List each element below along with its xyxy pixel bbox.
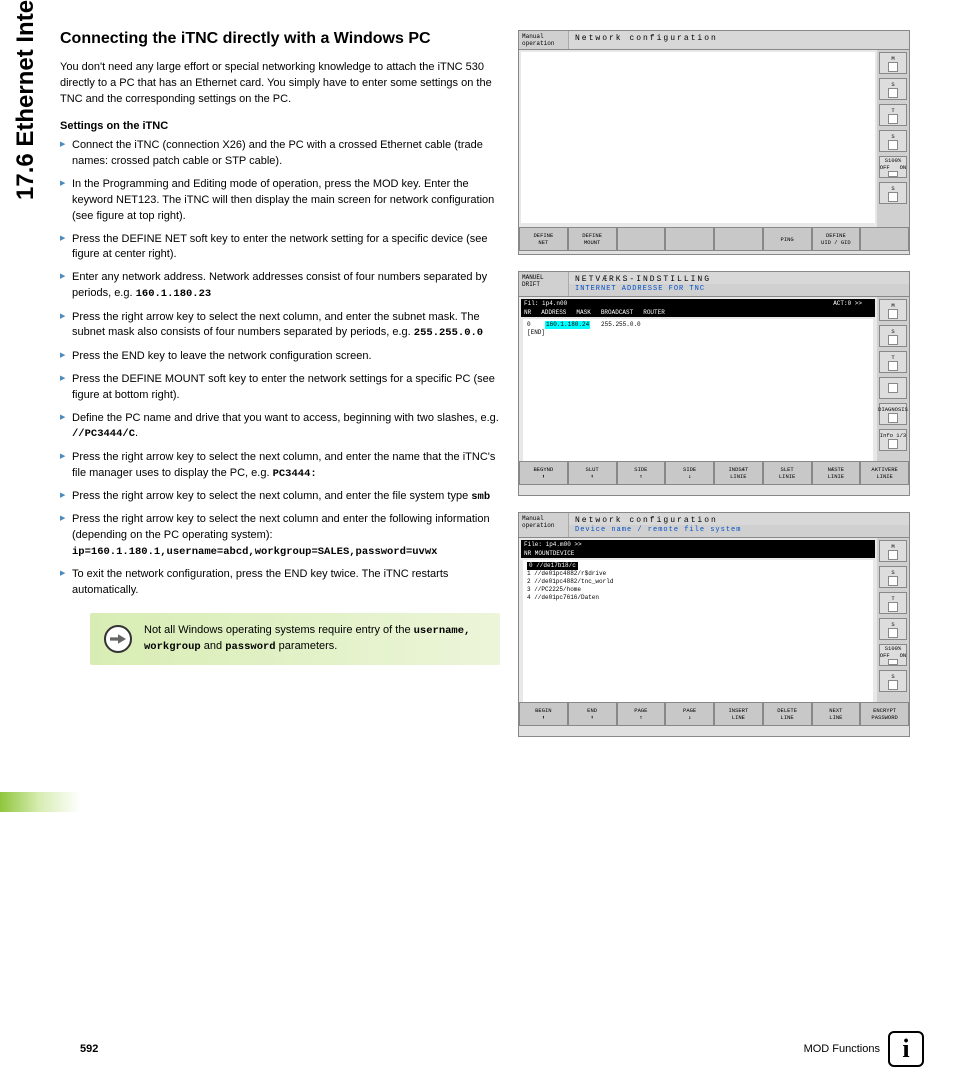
side-button[interactable]: S100% OFF ON	[879, 644, 907, 666]
instruction-step: Press the DEFINE NET soft key to enter t…	[60, 232, 500, 264]
instruction-step: Press the right arrow key to select the …	[60, 310, 500, 342]
softkey[interactable]	[617, 227, 666, 251]
arrow-icon	[104, 625, 132, 653]
side-button[interactable]: S	[879, 130, 907, 152]
side-button[interactable]: S	[879, 618, 907, 640]
note-box: Not all Windows operating systems requir…	[90, 613, 500, 665]
section-side-title: 17.6 Ethernet Interface	[12, 0, 40, 200]
side-button[interactable]: Info 1/3	[879, 429, 907, 451]
mount-row: 0 //de17b18/c	[527, 562, 869, 570]
side-button[interactable]: T	[879, 592, 907, 614]
softkey[interactable]: NEXT LINE	[812, 702, 861, 726]
side-button[interactable]	[879, 377, 907, 399]
softkey[interactable]: DELETE LINE	[763, 702, 812, 726]
screenshot-3: Manual operation Network configuration D…	[518, 512, 910, 737]
side-button[interactable]: T	[879, 351, 907, 373]
page-number: 592	[80, 1043, 98, 1055]
note-text: Not all Windows operating systems requir…	[144, 623, 486, 655]
softkey[interactable]: SIDE ⇑	[617, 461, 666, 485]
softkey[interactable]: ENCRYPT PASSWORD	[860, 702, 909, 726]
softkey[interactable]: PING	[763, 227, 812, 251]
instruction-list: Connect the iTNC (connection X26) and th…	[60, 138, 500, 599]
shot2-end: [END]	[527, 329, 869, 337]
shot1-mode: Manual operation	[519, 31, 569, 49]
instruction-step: Press the right arrow key to select the …	[60, 450, 500, 482]
softkey[interactable]	[714, 227, 763, 251]
shot1-title: Network configuration	[569, 31, 909, 49]
softkey[interactable]: INDSÆT LINIE	[714, 461, 763, 485]
instruction-step: In the Programming and Editing mode of o…	[60, 177, 500, 225]
mount-row: 3 //PC2225/home	[527, 586, 869, 594]
side-button[interactable]: S	[879, 670, 907, 692]
side-button[interactable]: S	[879, 78, 907, 100]
instruction-step: To exit the network configuration, press…	[60, 567, 500, 599]
instruction-step: Enter any network address. Network addre…	[60, 270, 500, 302]
softkey[interactable]: SIDE ⇓	[665, 461, 714, 485]
page-heading: Connecting the iTNC directly with a Wind…	[60, 30, 500, 48]
shot2-mode: MANUEL DRIFT	[519, 272, 569, 296]
softkey[interactable]: END ⬇	[568, 702, 617, 726]
instruction-step: Press the DEFINE MOUNT soft key to enter…	[60, 372, 500, 404]
softkey[interactable]: DEFINE NET	[519, 227, 568, 251]
shot3-title: Network configuration	[569, 513, 909, 525]
side-button[interactable]: DIAGNOSIS	[879, 403, 907, 425]
instruction-step: Press the right arrow key to select the …	[60, 512, 500, 560]
instruction-step: Connect the iTNC (connection X26) and th…	[60, 138, 500, 170]
side-button[interactable]: M	[879, 299, 907, 321]
subheading: Settings on the iTNC	[60, 120, 500, 132]
softkey[interactable]: NÆSTE LINIE	[812, 461, 861, 485]
screenshot-2: MANUEL DRIFT NETVÆRKS-INDSTILLING INTERN…	[518, 271, 910, 496]
softkey[interactable]: SLUT ⬇	[568, 461, 617, 485]
info-icon: i	[888, 1031, 924, 1067]
mount-row: 1 //de01pc4882/r$drive	[527, 570, 869, 578]
mount-row: 4 //de01pc7616/Daten	[527, 594, 869, 602]
side-button[interactable]: S	[879, 182, 907, 204]
shot3-mode: Manual operation	[519, 513, 569, 537]
side-button[interactable]: M	[879, 540, 907, 562]
instruction-step: Define the PC name and drive that you wa…	[60, 411, 500, 443]
side-button[interactable]: S	[879, 325, 907, 347]
softkey[interactable]: DEFINE UID / GID	[812, 227, 861, 251]
softkey[interactable]	[665, 227, 714, 251]
softkey[interactable]: PAGE ⇑	[617, 702, 666, 726]
softkey[interactable]: BEGIN ⬆	[519, 702, 568, 726]
screenshot-1: Manual operation Network configuration M…	[518, 30, 910, 255]
side-button[interactable]: S	[879, 566, 907, 588]
intro-paragraph: You don't need any large effort or speci…	[60, 60, 500, 108]
instruction-step: Press the END key to leave the network c…	[60, 349, 500, 365]
softkey[interactable]: DEFINE MOUNT	[568, 227, 617, 251]
softkey[interactable]: INSERT LINE	[714, 702, 763, 726]
mount-row: 2 //de01pc4882/tnc_world	[527, 578, 869, 586]
shot3-subtitle: Device name / remote file system	[569, 525, 909, 537]
side-button[interactable]: M	[879, 52, 907, 74]
softkey[interactable]: BEGYND ⬆	[519, 461, 568, 485]
softkey[interactable]: AKTIVERE LINIE	[860, 461, 909, 485]
softkey[interactable]: PAGE ⇓	[665, 702, 714, 726]
side-button[interactable]: S100% OFF ON	[879, 156, 907, 178]
shot2-row: 0 160.1.180.24 255.255.0.0	[527, 321, 869, 329]
shot2-subtitle: INTERNET ADDRESSE FOR TNC	[569, 284, 909, 296]
page-color-tab	[0, 792, 80, 812]
softkey[interactable]: SLET LINIE	[763, 461, 812, 485]
footer-label: MOD Functions	[804, 1043, 880, 1055]
instruction-step: Press the right arrow key to select the …	[60, 489, 500, 505]
side-button[interactable]: T	[879, 104, 907, 126]
shot2-title: NETVÆRKS-INDSTILLING	[569, 272, 909, 284]
softkey[interactable]	[860, 227, 909, 251]
